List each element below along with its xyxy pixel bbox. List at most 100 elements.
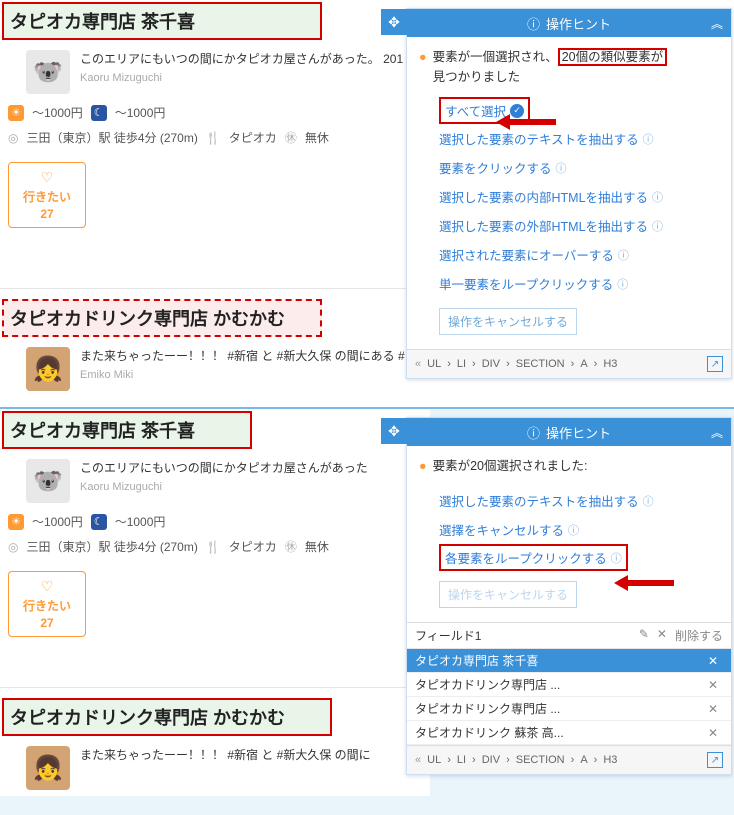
price-day: ～1000円 [32,513,83,530]
delete-link[interactable]: 削除する [675,627,723,644]
moon-icon: ☾ [91,105,107,121]
extract-text-link[interactable]: 選択した要素のテキストを抽出するⓘ [439,124,719,153]
msg-text: 要素が20個選択されました: [433,456,588,476]
listing1-title-box[interactable]: タピオカ専門店 茶千喜 [2,2,322,40]
price-row: ☀ ～1000円 ☾ ～1000円 [0,509,430,534]
table-row[interactable]: タピオカドリンク 蘇茶 高...✕ [407,721,731,745]
help-icon[interactable]: ⓘ [611,550,622,566]
collapse-icon[interactable]: ︽ [711,15,723,32]
outer-html-link[interactable]: 選択した要素の外部HTMLを抽出するⓘ [439,211,719,240]
location-row: ◎ 三田（東京）駅 徒歩4分 (270m) 🍴 タピオカ ㊡ 無休 [0,125,430,150]
table-row[interactable]: タピオカドリンク専門店 ...✕ [407,673,731,697]
warn-icon: ● [419,47,427,87]
hint-title: 操作ヒント [546,14,611,33]
table-row[interactable]: タピオカ専門店 茶千喜✕ [407,649,731,673]
want-label: 行きたい [23,597,71,614]
cancel-select-link[interactable]: 選擇をキャンセルするⓘ [439,515,719,544]
price-row: ☀ ～1000円 ☾ ～1000円 [0,100,430,125]
help-icon[interactable]: ⓘ [568,522,579,538]
sun-icon: ☀ [8,514,24,530]
reviewer-name: Kaoru Mizuguchi [80,481,368,493]
cancel-button[interactable]: 操作をキャンセルする [439,308,577,335]
hint-header: ⓘ 操作ヒント ︽ [407,418,731,446]
help-icon[interactable]: ⓘ [652,189,663,205]
field-name[interactable]: フィールド1 [415,627,639,644]
row-delete-icon[interactable]: ✕ [703,654,723,668]
listing2-title: タピオカドリンク専門店 かむかむ [10,708,285,728]
extract-text-link[interactable]: 選択した要素のテキストを抽出するⓘ [439,486,719,515]
table-row[interactable]: タピオカドリンク専門店 ...✕ [407,697,731,721]
hint-message: ● 要素が一個選択され、20個の類似要素が 見つかりました [419,47,719,87]
field-table: フィールド1 ✎ ✕ 削除する タピオカ専門店 茶千喜✕ タピオカドリンク専門店… [407,622,731,745]
listing1-title: タピオカ専門店 茶千喜 [10,421,195,441]
crumb-item[interactable]: DIV [482,358,500,370]
breadcrumb: « UL› LI› DIV› SECTION› A› H3 ↗ [407,745,731,774]
want-label: 行きたい [23,188,71,205]
location-text: 三田（東京）駅 徒歩4分 (270m) [26,129,197,146]
review-text: このエリアにもいつの間にかタピオカ屋さんがあった [80,459,368,477]
avatar: 🐨 [26,50,70,94]
hover-link[interactable]: 選択された要素にオーバーするⓘ [439,240,719,269]
crumb-item[interactable]: H3 [603,358,617,370]
listing2-title: タピオカドリンク専門店 かむかむ [10,309,285,329]
crumb-item[interactable]: SECTION [516,358,565,370]
listing1-title-box[interactable]: タピオカ専門店 茶千喜 [2,411,252,449]
row-delete-icon[interactable]: ✕ [703,678,723,692]
crumb-item[interactable]: A [580,754,587,766]
crumb-item[interactable]: LI [457,754,466,766]
reviewer-name: Emiko Miki [80,369,405,381]
sun-icon: ☀ [8,105,24,121]
review-text: また来ちゃったーー！！！ #新宿 と #新大久保 の間に [80,746,371,764]
close-icon[interactable]: ✕ [657,627,667,644]
help-icon[interactable]: ⓘ [643,131,654,147]
reviewer-name: Kaoru Mizuguchi [80,72,403,84]
click-element-link[interactable]: 要素をクリックするⓘ [439,153,719,182]
help-icon[interactable]: ⓘ [618,247,629,263]
drag-handle-icon[interactable]: ✥ [381,9,407,35]
genre-text: タピオカ [229,129,277,146]
crumb-item[interactable]: UL [427,754,441,766]
want-button[interactable]: ♡ 行きたい 27 [8,571,86,637]
avatar: 👧 [26,746,70,790]
moon-icon: ☾ [91,514,107,530]
listing2-review-row: 👧 また来ちゃったーー！！！ #新宿 と #新大久保 の間にある # Emiko… [0,339,430,397]
crumb-item[interactable]: LI [457,358,466,370]
help-icon[interactable]: ⓘ [643,493,654,509]
collapse-icon[interactable]: ︽ [711,424,723,441]
help-icon[interactable]: ⓘ [556,160,567,176]
listing2-title-box[interactable]: タピオカドリンク専門店 かむかむ [2,698,332,736]
field-header: フィールド1 ✎ ✕ 削除する [407,623,731,649]
listing2-title-box[interactable]: タピオカドリンク専門店 かむかむ [2,299,322,337]
crumb-item[interactable]: A [580,358,587,370]
price-night: ～1000円 [115,513,166,530]
location-row: ◎ 三田（東京）駅 徒歩4分 (270m) 🍴 タピオカ ㊡ 無休 [0,534,430,559]
help-icon[interactable]: ⓘ [652,218,663,234]
crumb-item[interactable]: H3 [603,754,617,766]
help-icon[interactable]: ⓘ [617,276,628,292]
row-delete-icon[interactable]: ✕ [703,702,723,716]
loop-single-link[interactable]: 単一要素をループクリックするⓘ [439,269,719,298]
cancel-button[interactable]: 操作をキャンセルする [439,581,577,608]
avatar: 🐨 [26,459,70,503]
crumb-prev-icon[interactable]: « [415,754,421,766]
loop-each-link[interactable]: 各要素をループクリックするⓘ [439,544,628,571]
crumb-prev-icon[interactable]: « [415,358,421,370]
inner-html-link[interactable]: 選択した要素の内部HTMLを抽出するⓘ [439,182,719,211]
msg-part-a: 要素が一個選択され、 [433,50,558,64]
msg-part-b: 20個の類似要素が [562,50,663,64]
row-delete-icon[interactable]: ✕ [703,726,723,740]
arrow-annotation [496,114,556,130]
crumb-item[interactable]: UL [427,358,441,370]
crumb-item[interactable]: SECTION [516,754,565,766]
pin-icon: ◎ [8,131,18,145]
drag-handle-icon[interactable]: ✥ [381,418,407,444]
holiday-text: 無休 [305,538,329,555]
crumb-item[interactable]: DIV [482,754,500,766]
edit-icon[interactable]: ✎ [639,627,649,644]
heart-icon: ♡ [23,169,71,186]
hint-message: ● 要素が20個選択されました: [419,456,719,476]
want-button[interactable]: ♡ 行きたい 27 [8,162,86,228]
external-icon[interactable]: ↗ [707,356,723,372]
external-icon[interactable]: ↗ [707,752,723,768]
location-text: 三田（東京）駅 徒歩4分 (270m) [26,538,197,555]
